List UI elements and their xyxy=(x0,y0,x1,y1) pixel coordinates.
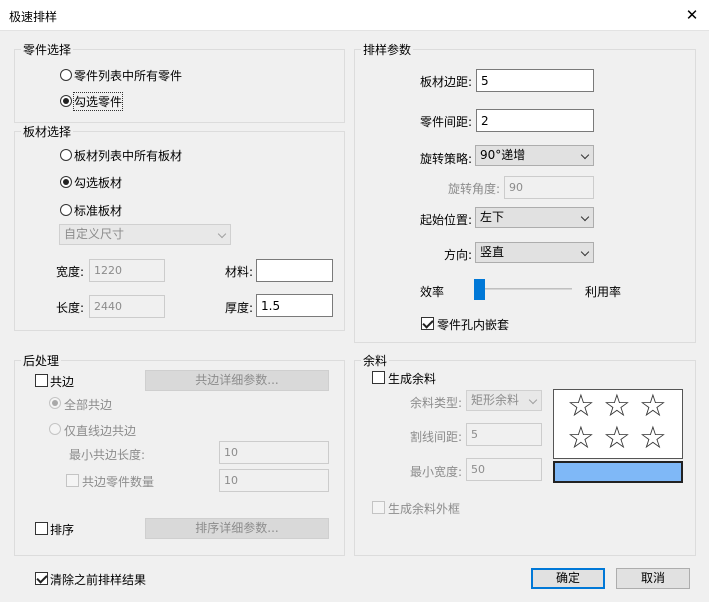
rotation-strategy-label: 旋转策略: xyxy=(419,152,472,166)
common-edge-label: 共边 xyxy=(50,375,75,389)
remnant-color-preview xyxy=(553,461,683,483)
star-icon: ☆ xyxy=(603,388,631,424)
min-common-length-input[interactable] xyxy=(219,441,329,464)
nest-params-title: 排样参数 xyxy=(361,41,414,58)
sheet-checked-radio[interactable] xyxy=(60,176,72,188)
chevron-down-icon xyxy=(528,395,538,405)
sheet-all-radio[interactable] xyxy=(60,149,72,161)
part-all-radio[interactable] xyxy=(60,69,72,81)
chevron-down-icon xyxy=(217,229,227,239)
sheet-checked-label: 勾选板材 xyxy=(74,176,123,190)
sort-checkbox[interactable] xyxy=(35,522,48,535)
sort-label: 排序 xyxy=(50,523,75,537)
length-input[interactable] xyxy=(89,295,165,318)
cut-spacing-label: 割线间距: xyxy=(409,430,462,444)
window-title: 极速排样 xyxy=(9,10,58,24)
sort-details-button[interactable]: 排序详细参数... xyxy=(145,518,329,539)
direction-value: 竖直 xyxy=(480,245,505,259)
common-part-count-label: 共边零件数量 xyxy=(82,475,155,489)
remnant-type-select[interactable]: 矩形余料 xyxy=(466,390,542,411)
all-common-radio[interactable] xyxy=(49,397,61,409)
sheet-all-label: 板材列表中所有板材 xyxy=(74,149,183,163)
remnant-frame-label: 生成余料外框 xyxy=(388,502,461,516)
min-common-length-label: 最小共边长度: xyxy=(69,448,146,462)
common-part-count-input[interactable] xyxy=(219,469,329,492)
hole-nesting-checkbox[interactable] xyxy=(421,317,434,330)
sheet-select-title: 板材选择 xyxy=(21,123,74,140)
rotation-strategy-select[interactable]: 90°递增 xyxy=(475,145,594,166)
sheet-margin-input[interactable] xyxy=(476,69,594,92)
rotation-angle-input[interactable] xyxy=(504,176,594,199)
rotation-strategy-value: 90°递增 xyxy=(480,148,526,162)
width-label: 宽度: xyxy=(56,265,85,279)
chevron-down-icon xyxy=(580,150,590,160)
slider-left-label: 效率 xyxy=(420,285,445,299)
remnant-title: 余料 xyxy=(361,352,390,369)
material-label: 材料: xyxy=(225,265,254,279)
custom-size-select[interactable]: 自定义尺寸 xyxy=(59,224,231,245)
post-process-title: 后处理 xyxy=(21,352,62,369)
cut-spacing-input[interactable] xyxy=(466,423,542,446)
part-select-title: 零件选择 xyxy=(21,41,74,58)
common-edge-checkbox[interactable] xyxy=(35,374,48,387)
start-position-value: 左下 xyxy=(480,210,505,224)
efficiency-slider-thumb[interactable] xyxy=(474,279,485,300)
efficiency-slider-track[interactable] xyxy=(478,288,572,290)
clear-previous-label: 清除之前排样结果 xyxy=(50,573,147,587)
generate-remnant-checkbox[interactable] xyxy=(372,371,385,384)
star-icon: ☆ xyxy=(603,420,631,456)
sheet-margin-label: 板材边距: xyxy=(419,75,472,89)
direction-select[interactable]: 竖直 xyxy=(475,242,594,263)
remnant-frame-checkbox[interactable] xyxy=(372,501,385,514)
star-icon: ☆ xyxy=(639,388,667,424)
min-width-input[interactable] xyxy=(466,458,542,481)
star-icon: ☆ xyxy=(639,420,667,456)
part-select-group xyxy=(14,49,345,123)
chevron-down-icon xyxy=(580,247,590,257)
star-icon: ☆ xyxy=(567,420,595,456)
start-position-label: 起始位置: xyxy=(419,213,472,227)
common-edge-details-button[interactable]: 共边详细参数... xyxy=(145,370,329,391)
thickness-input[interactable] xyxy=(256,294,333,317)
material-input[interactable] xyxy=(256,259,333,282)
start-position-select[interactable]: 左下 xyxy=(475,207,594,228)
length-label: 长度: xyxy=(56,301,85,315)
ok-button[interactable]: 确定 xyxy=(531,568,605,589)
line-only-common-radio[interactable] xyxy=(49,423,61,435)
min-width-label: 最小宽度: xyxy=(409,465,462,479)
remnant-type-label: 余料类型: xyxy=(409,396,462,410)
part-spacing-label: 零件间距: xyxy=(419,115,472,129)
common-part-count-checkbox[interactable] xyxy=(66,474,79,487)
sheet-standard-label: 标准板材 xyxy=(74,204,123,218)
slider-right-label: 利用率 xyxy=(585,285,622,299)
sheet-standard-radio[interactable] xyxy=(60,204,72,216)
part-checked-label: 勾选零件 xyxy=(72,92,124,111)
chevron-down-icon xyxy=(580,212,590,222)
star-icon: ☆ xyxy=(567,388,595,424)
part-checked-radio[interactable] xyxy=(60,95,72,107)
custom-size-value: 自定义尺寸 xyxy=(64,227,125,241)
remnant-type-value: 矩形余料 xyxy=(471,393,520,407)
close-icon[interactable]: ✕ xyxy=(680,4,704,26)
title-bar: 极速排样 ✕ xyxy=(0,0,709,31)
width-input[interactable] xyxy=(89,259,165,282)
all-common-label: 全部共边 xyxy=(64,398,113,412)
direction-label: 方向: xyxy=(443,248,472,262)
part-spacing-input[interactable] xyxy=(476,109,594,132)
line-only-common-label: 仅直线边共边 xyxy=(64,424,137,438)
part-all-label: 零件列表中所有零件 xyxy=(74,69,183,83)
thickness-label: 厚度: xyxy=(225,301,254,315)
rotation-angle-label: 旋转角度: xyxy=(447,182,500,196)
remnant-preview: ☆ ☆ ☆ ☆ ☆ ☆ xyxy=(553,389,683,459)
clear-previous-checkbox[interactable] xyxy=(35,572,48,585)
generate-remnant-label: 生成余料 xyxy=(388,372,437,386)
cancel-button[interactable]: 取消 xyxy=(616,568,690,589)
hole-nesting-label: 零件孔内嵌套 xyxy=(437,318,510,332)
